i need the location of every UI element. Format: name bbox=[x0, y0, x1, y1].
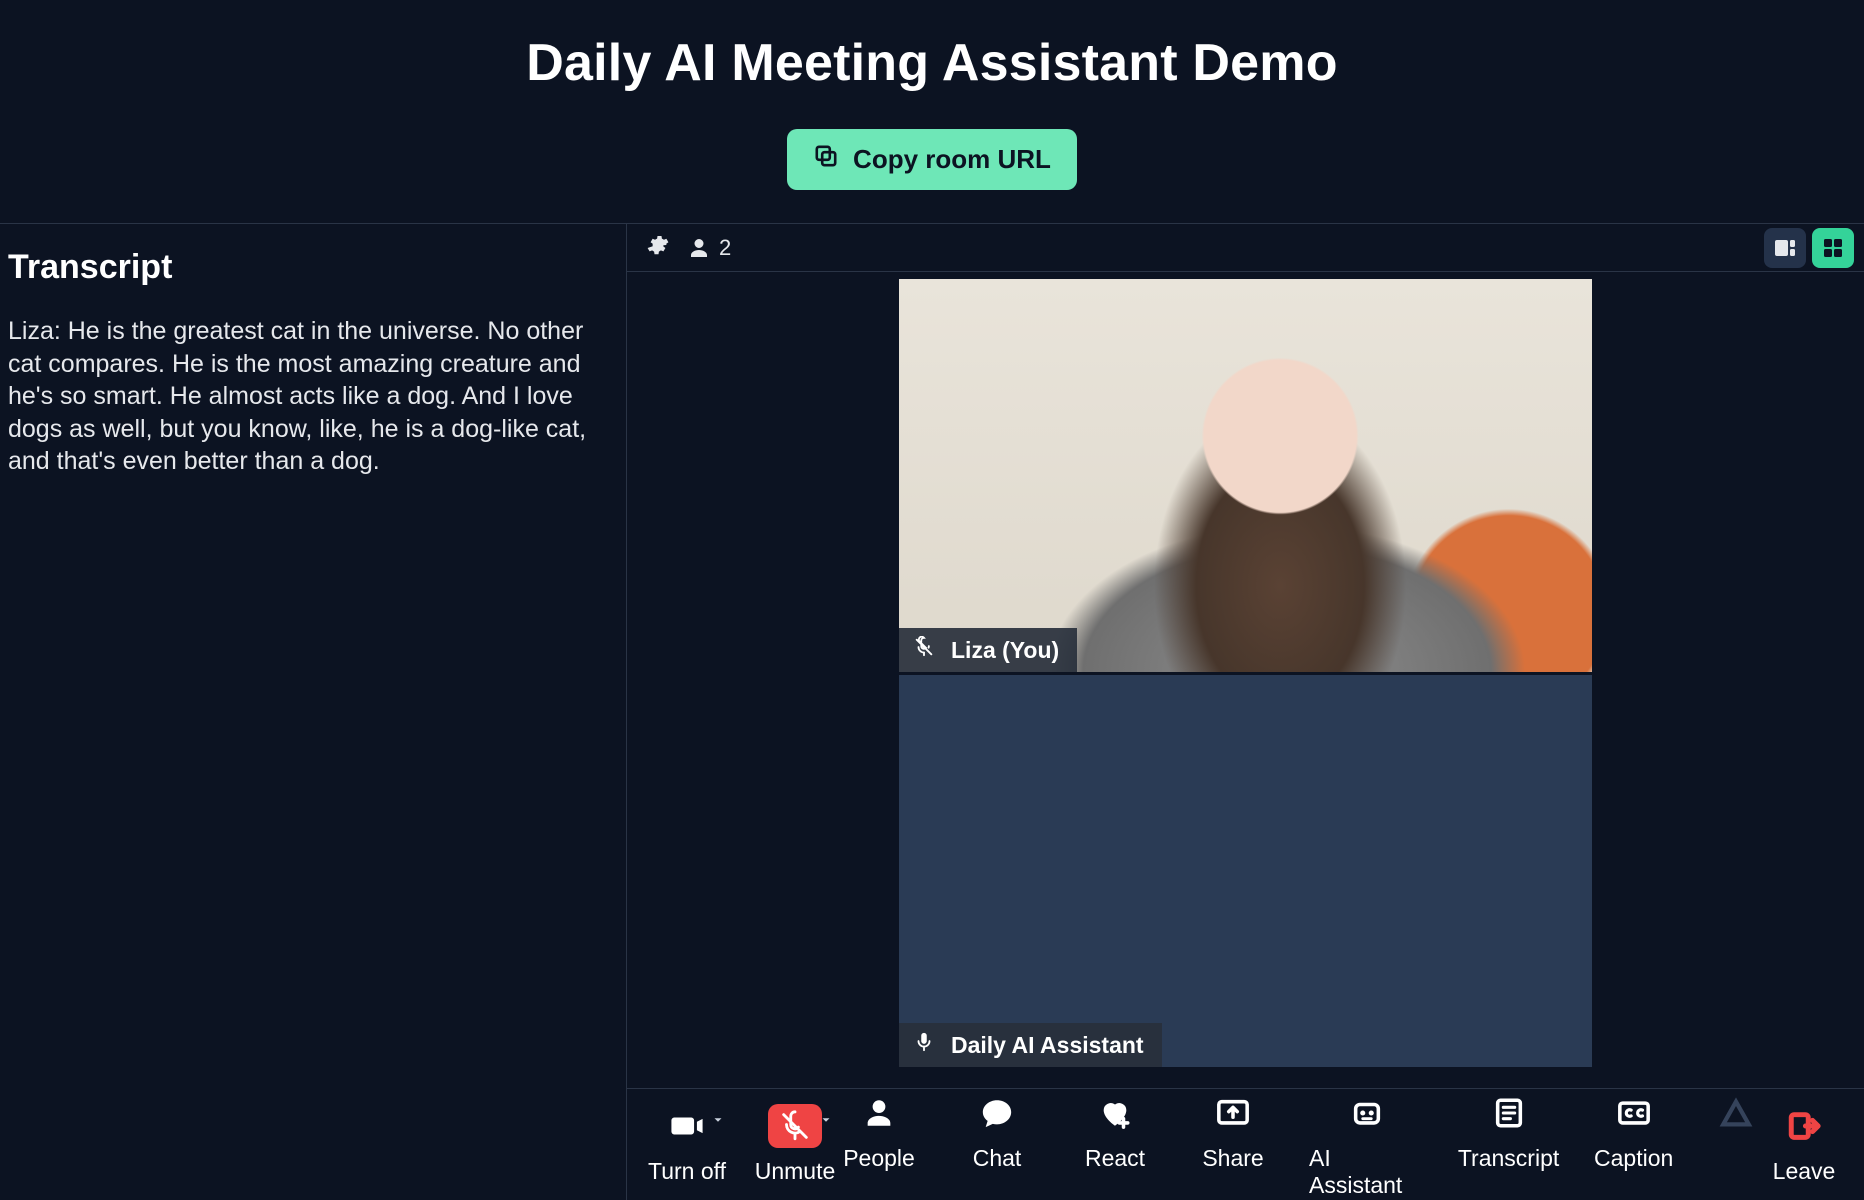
people-label: People bbox=[843, 1145, 915, 1172]
person-icon bbox=[852, 1091, 906, 1135]
transcript-button[interactable]: Transcript bbox=[1459, 1091, 1557, 1172]
speaker-view-button[interactable] bbox=[1764, 228, 1806, 268]
ai-assistant-label: AI Assistant bbox=[1309, 1145, 1425, 1199]
mic-muted-icon bbox=[913, 636, 935, 664]
transcript-icon bbox=[1482, 1091, 1536, 1135]
share-screen-icon bbox=[1206, 1091, 1260, 1135]
heart-plus-icon bbox=[1088, 1091, 1142, 1135]
warning-indicator bbox=[1710, 1091, 1762, 1172]
mic-label: Unmute bbox=[755, 1158, 836, 1185]
leave-label: Leave bbox=[1773, 1158, 1836, 1185]
react-button[interactable]: React bbox=[1073, 1091, 1157, 1172]
copy-room-url-label: Copy room URL bbox=[853, 144, 1051, 175]
gear-icon[interactable] bbox=[645, 233, 669, 262]
page-title: Daily AI Meeting Assistant Demo bbox=[526, 33, 1337, 93]
grid-view-button[interactable] bbox=[1812, 228, 1854, 268]
camera-toggle-button[interactable]: Turn off bbox=[645, 1104, 729, 1185]
video-tile-assistant[interactable]: Daily AI Assistant bbox=[898, 673, 1593, 1068]
transcript-heading: Transcript bbox=[8, 248, 614, 287]
camera-icon bbox=[660, 1104, 714, 1148]
transcript-panel: Transcript Liza: He is the greatest cat … bbox=[0, 224, 627, 1200]
robot-icon bbox=[1340, 1091, 1394, 1135]
video-area: 2 Liza (You) bbox=[627, 224, 1864, 1200]
participant-count: 2 bbox=[719, 235, 731, 261]
camera-label: Turn off bbox=[648, 1158, 726, 1185]
view-toggle bbox=[1764, 228, 1854, 268]
chevron-down-icon[interactable] bbox=[819, 1106, 835, 1122]
video-tile-self[interactable]: Liza (You) bbox=[898, 278, 1593, 673]
video-topbar-left: 2 bbox=[645, 233, 731, 262]
call-controls: Turn off Unmute People bbox=[627, 1088, 1864, 1200]
share-button[interactable]: Share bbox=[1191, 1091, 1275, 1172]
video-topbar: 2 bbox=[627, 224, 1864, 272]
tile-assistant-name: Daily AI Assistant bbox=[951, 1032, 1144, 1059]
mic-icon bbox=[913, 1031, 935, 1059]
chat-label: Chat bbox=[973, 1145, 1022, 1172]
chat-icon bbox=[970, 1091, 1024, 1135]
share-label: Share bbox=[1202, 1145, 1263, 1172]
chat-button[interactable]: Chat bbox=[955, 1091, 1039, 1172]
caption-button[interactable]: Caption bbox=[1592, 1091, 1676, 1172]
react-label: React bbox=[1085, 1145, 1145, 1172]
transcript-label: Transcript bbox=[1458, 1145, 1559, 1172]
video-tiles: Liza (You) Daily AI Assistant bbox=[627, 272, 1864, 1088]
transcript-text: Liza: He is the greatest cat in the univ… bbox=[8, 315, 614, 478]
caption-label: Caption bbox=[1594, 1145, 1673, 1172]
leave-button[interactable]: Leave bbox=[1762, 1104, 1846, 1185]
ai-assistant-button[interactable]: AI Assistant bbox=[1309, 1091, 1425, 1199]
cc-icon bbox=[1607, 1091, 1661, 1135]
main-area: Transcript Liza: He is the greatest cat … bbox=[0, 224, 1864, 1200]
page-header: Daily AI Meeting Assistant Demo Copy roo… bbox=[0, 0, 1864, 224]
copy-icon bbox=[813, 143, 839, 176]
chevron-down-icon[interactable] bbox=[711, 1106, 727, 1122]
mic-muted-icon bbox=[768, 1104, 822, 1148]
tile-label-assistant: Daily AI Assistant bbox=[899, 1023, 1162, 1067]
leave-icon bbox=[1777, 1104, 1831, 1148]
tile-label-self: Liza (You) bbox=[899, 628, 1077, 672]
tile-self-name: Liza (You) bbox=[951, 637, 1059, 664]
people-button[interactable]: People bbox=[837, 1091, 921, 1172]
copy-room-url-button[interactable]: Copy room URL bbox=[787, 129, 1077, 190]
triangle-icon bbox=[1709, 1091, 1763, 1135]
mic-toggle-button[interactable]: Unmute bbox=[753, 1104, 837, 1185]
person-icon[interactable]: 2 bbox=[687, 235, 731, 261]
